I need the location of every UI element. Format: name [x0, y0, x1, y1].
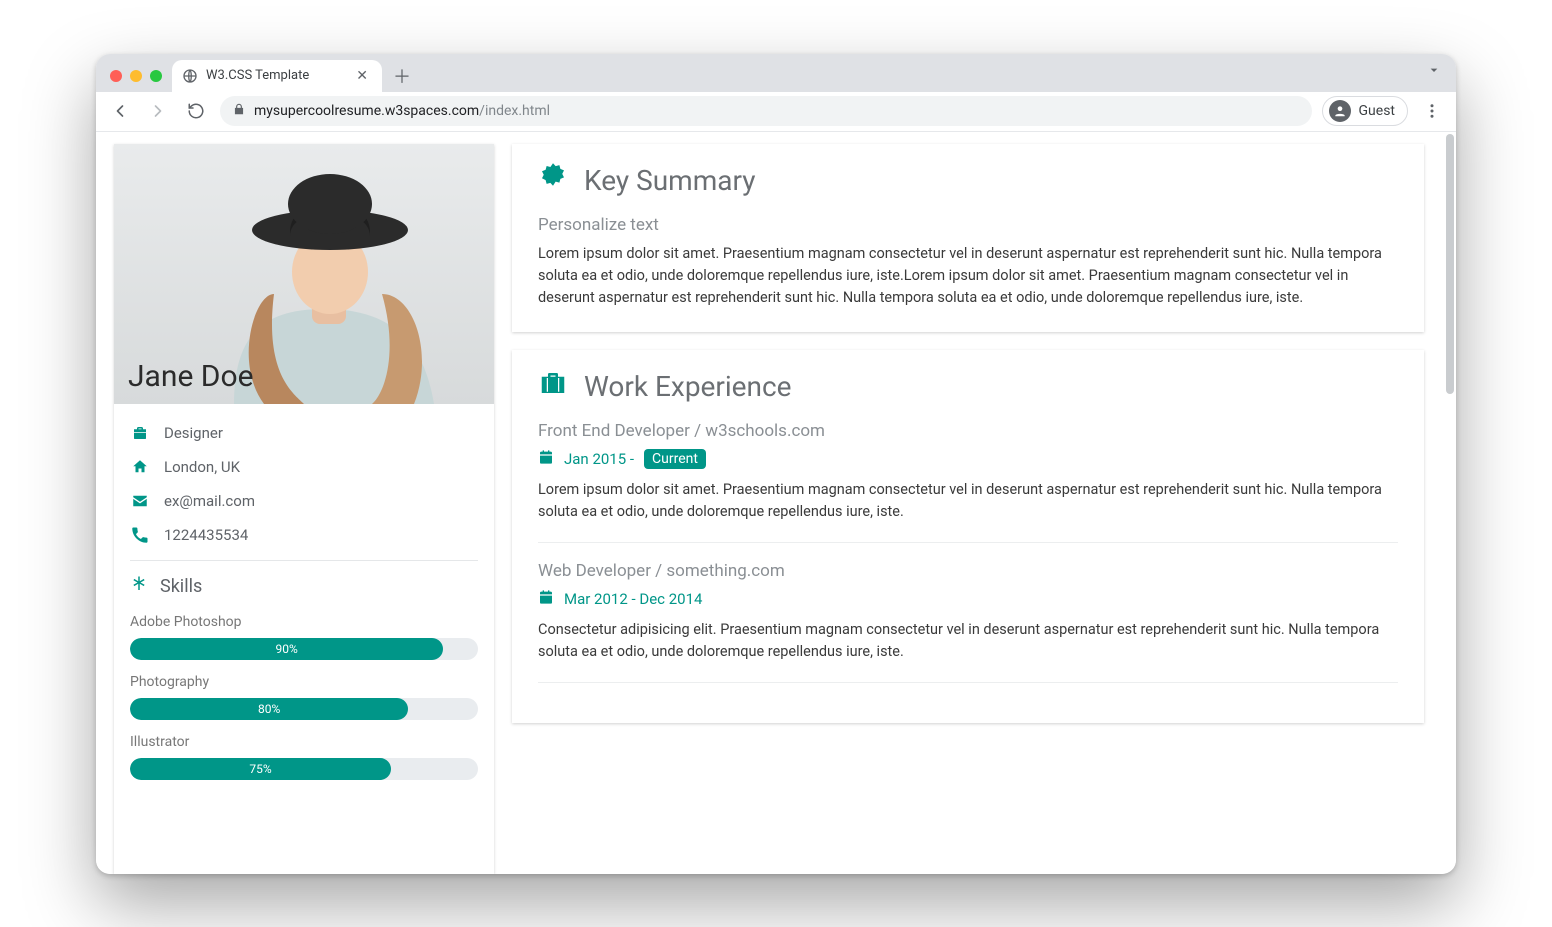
job-dates: Mar 2012 - Dec 2014	[538, 589, 1398, 609]
divider	[538, 542, 1398, 543]
skill-item: Adobe Photoshop 90%	[130, 614, 478, 660]
close-window-dot[interactable]	[110, 70, 122, 82]
back-button[interactable]	[106, 97, 134, 125]
profile-photo: Jane Doe	[114, 144, 494, 404]
briefcase-icon	[130, 424, 150, 442]
job-title: Web Developer / something.com	[538, 561, 1398, 581]
skill-bar-fill: 90%	[130, 638, 443, 660]
browser-tab[interactable]: W3.CSS Template ✕	[172, 60, 382, 92]
job-dates: Jan 2015 - Current	[538, 449, 1398, 469]
job-dates-text: Mar 2012 - Dec 2014	[564, 590, 702, 608]
info-location-text: London, UK	[164, 458, 240, 476]
profile-name: Jane Doe	[128, 359, 254, 394]
calendar-icon	[538, 449, 554, 469]
contact-info: Designer London, UK ex@mail.com	[114, 404, 494, 800]
tab-close-button[interactable]: ✕	[352, 67, 372, 85]
fullscreen-window-dot[interactable]	[150, 70, 162, 82]
forward-button[interactable]	[144, 97, 172, 125]
job-dates-text: Jan 2015 -	[564, 450, 634, 468]
summary-body: Lorem ipsum dolor sit amet. Praesentium …	[538, 243, 1398, 310]
info-email-text: ex@mail.com	[164, 492, 255, 510]
divider	[130, 560, 478, 561]
lock-icon	[232, 102, 246, 120]
sidebar-card: Jane Doe Designer London, UK	[114, 144, 494, 874]
info-role-text: Designer	[164, 424, 223, 442]
skill-label: Adobe Photoshop	[130, 614, 478, 630]
info-location: London, UK	[130, 450, 478, 484]
minimize-window-dot[interactable]	[130, 70, 142, 82]
address-bar[interactable]: mysupercoolresume.w3spaces.com/index.htm…	[220, 96, 1312, 126]
work-panel: Work Experience Front End Developer / w3…	[512, 350, 1424, 723]
info-email: ex@mail.com	[130, 484, 478, 518]
resume-page: Jane Doe Designer London, UK	[96, 132, 1442, 874]
work-heading: Work Experience	[538, 368, 1398, 405]
summary-subheading: Personalize text	[538, 215, 1398, 235]
window-controls	[104, 70, 172, 92]
info-phone-text: 1224435534	[164, 526, 248, 544]
phone-icon	[130, 526, 150, 544]
skills-heading: Skills	[130, 571, 478, 608]
page-viewport: Jane Doe Designer London, UK	[96, 132, 1456, 874]
url-host: mysupercoolresume.w3spaces.com	[254, 103, 479, 119]
browser-toolbar: mysupercoolresume.w3spaces.com/index.htm…	[96, 92, 1456, 132]
reload-button[interactable]	[182, 97, 210, 125]
summary-heading: Key Summary	[538, 162, 1398, 199]
skill-bar-fill: 80%	[130, 698, 408, 720]
job-body: Consectetur adipisicing elit. Praesentiu…	[538, 619, 1398, 664]
browser-window: W3.CSS Template ✕ ＋ mysupercoolresume.w3…	[96, 54, 1456, 874]
tab-strip: W3.CSS Template ✕ ＋	[96, 54, 1456, 92]
main-column: Key Summary Personalize text Lorem ipsum…	[512, 144, 1424, 874]
tab-title: W3.CSS Template	[206, 68, 344, 83]
calendar-icon	[538, 589, 554, 609]
skill-label: Photography	[130, 674, 478, 690]
work-heading-text: Work Experience	[584, 370, 792, 403]
skill-bar-fill: 75%	[130, 758, 391, 780]
skills-heading-text: Skills	[160, 576, 202, 597]
suitcase-icon	[538, 368, 568, 405]
globe-icon	[182, 68, 198, 84]
skill-item: Photography 80%	[130, 674, 478, 720]
profile-chip[interactable]: Guest	[1322, 96, 1408, 126]
skill-label: Illustrator	[130, 734, 478, 750]
divider	[538, 682, 1398, 683]
browser-menu-button[interactable]	[1418, 97, 1446, 125]
seal-icon	[538, 162, 568, 199]
info-phone: 1224435534	[130, 518, 478, 552]
skill-bar: 75%	[130, 758, 478, 780]
user-icon	[1329, 100, 1351, 122]
skill-bar: 90%	[130, 638, 478, 660]
skill-item: Illustrator 75%	[130, 734, 478, 780]
info-role: Designer	[130, 416, 478, 450]
summary-panel: Key Summary Personalize text Lorem ipsum…	[512, 144, 1424, 332]
page-scrollbar[interactable]	[1446, 134, 1454, 394]
asterisk-icon	[130, 575, 148, 598]
job-body: Lorem ipsum dolor sit amet. Praesentium …	[538, 479, 1398, 524]
url-path: /index.html	[479, 103, 550, 119]
skill-bar: 80%	[130, 698, 478, 720]
summary-heading-text: Key Summary	[584, 164, 755, 197]
job-title: Front End Developer / w3schools.com	[538, 421, 1398, 441]
url-text: mysupercoolresume.w3spaces.com/index.htm…	[254, 103, 550, 119]
tabs-overflow-button[interactable]	[1420, 58, 1448, 86]
home-icon	[130, 458, 150, 476]
current-badge: Current	[644, 449, 706, 469]
new-tab-button[interactable]: ＋	[388, 62, 416, 90]
profile-chip-label: Guest	[1359, 103, 1395, 119]
envelope-icon	[130, 492, 150, 510]
